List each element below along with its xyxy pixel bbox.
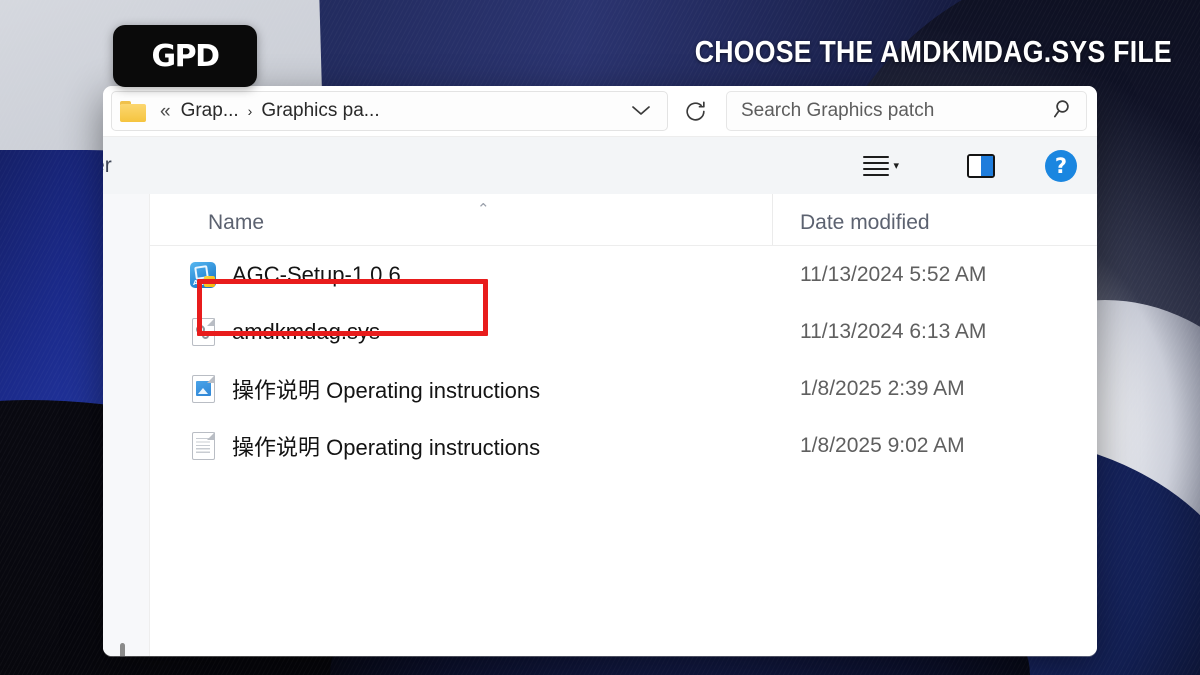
- file-name-label: 操作说明 Operating instructions: [232, 434, 541, 460]
- address-bar-row: « Grap... › Graphics pa... Search Graphi…: [103, 86, 1097, 136]
- list-view-icon: [863, 152, 890, 180]
- column-header-name[interactable]: Name: [150, 194, 773, 245]
- breadcrumb-separator-icon: ›: [247, 103, 253, 119]
- file-name-label: 操作说明 Operating instructions: [232, 377, 541, 403]
- file-name-cell[interactable]: AG AGC-Setup-1.0.6: [150, 261, 773, 288]
- toolbar: older ▾ ?: [103, 136, 1097, 194]
- preview-pane-button[interactable]: [961, 148, 1001, 184]
- file-date-cell: 1/8/2025 9:02 AM: [800, 433, 965, 457]
- gpd-logo-text: GPD: [151, 38, 220, 74]
- help-button[interactable]: ?: [1039, 148, 1083, 184]
- help-icon: ?: [1045, 149, 1077, 182]
- file-name-cell[interactable]: amdkmdag.sys: [150, 317, 773, 346]
- view-options-button[interactable]: ▾: [857, 148, 905, 184]
- column-header-row: ⌃ Name Date modified: [150, 194, 1097, 246]
- file-explorer-window: « Grap... › Graphics pa... Search Graphi…: [103, 86, 1097, 656]
- breadcrumb-item-0[interactable]: Grap...: [181, 100, 239, 122]
- column-header-date-modified[interactable]: Date modified: [773, 194, 1097, 245]
- navigation-scrollbar[interactable]: [120, 643, 125, 656]
- breadcrumb-item-1[interactable]: Graphics pa...: [261, 100, 379, 122]
- new-folder-button[interactable]: older: [103, 154, 112, 178]
- preview-pane-icon: [967, 153, 995, 178]
- table-row[interactable]: AG AGC-Setup-1.0.6 11/13/2024 5:52 AM: [150, 246, 1097, 303]
- file-list-pane: ⌃ Name Date modified AG AGC-Setup-1.0.6: [150, 194, 1097, 656]
- file-name-label: amdkmdag.sys: [232, 318, 380, 344]
- instruction-banner: CHOOSE THE AMDKMDAG.SYS FILE: [694, 34, 1172, 69]
- address-bar[interactable]: « Grap... › Graphics pa...: [111, 91, 668, 131]
- table-row[interactable]: 操作说明 Operating instructions 1/8/2025 9:0…: [150, 417, 1097, 474]
- file-date-cell: 1/8/2025 2:39 AM: [800, 376, 965, 400]
- refresh-icon[interactable]: [668, 91, 722, 131]
- file-date-cell: 11/13/2024 5:52 AM: [800, 262, 987, 286]
- application-setup-icon: AG: [188, 261, 218, 288]
- gpd-logo: GPD: [113, 25, 257, 87]
- application-setup-icon-label: AG: [193, 278, 205, 287]
- breadcrumb-overflow-icon[interactable]: «: [160, 102, 171, 121]
- desktop-wallpaper: GPD CHOOSE THE AMDKMDAG.SYS FILE « Grap.…: [0, 0, 1200, 675]
- navigation-pane[interactable]: [103, 194, 150, 656]
- file-name-label: AGC-Setup-1.0.6: [232, 261, 401, 287]
- chevron-down-icon[interactable]: ▾: [893, 159, 899, 172]
- folder-icon: [120, 100, 146, 122]
- chevron-down-icon[interactable]: [621, 101, 661, 122]
- search-icon[interactable]: [1052, 97, 1076, 126]
- file-name-cell[interactable]: 操作说明 Operating instructions: [150, 430, 773, 462]
- table-row[interactable]: amdkmdag.sys 11/13/2024 6:13 AM: [150, 303, 1097, 360]
- file-date-cell: 11/13/2024 6:13 AM: [800, 319, 987, 343]
- sort-ascending-icon[interactable]: ⌃: [477, 200, 490, 218]
- image-file-icon: [188, 374, 218, 403]
- table-row[interactable]: 操作说明 Operating instructions 1/8/2025 2:3…: [150, 360, 1097, 417]
- text-document-icon: [188, 431, 218, 460]
- file-name-cell[interactable]: 操作说明 Operating instructions: [150, 373, 773, 405]
- search-box[interactable]: Search Graphics patch: [726, 91, 1087, 131]
- search-input[interactable]: Search Graphics patch: [741, 100, 1052, 122]
- system-file-icon: [188, 317, 218, 346]
- explorer-main-area: ⌃ Name Date modified AG AGC-Setup-1.0.6: [103, 194, 1097, 656]
